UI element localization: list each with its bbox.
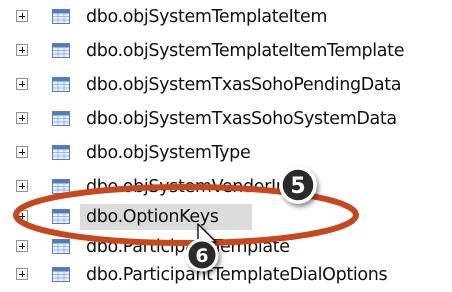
table-icon	[52, 9, 70, 24]
tree-item-label: dbo.objSystemType	[86, 143, 251, 163]
expand-plus-icon[interactable]	[16, 146, 28, 158]
tree-item-objsystemtxassohopendingdata[interactable]: dbo.objSystemTxasSohoPendingData	[0, 68, 452, 102]
table-icon	[52, 145, 70, 160]
tree-item-label: dbo.ParticipantTemplate	[86, 237, 290, 257]
table-icon	[52, 239, 70, 254]
table-icon	[52, 267, 70, 282]
tree-item-label: dbo.objSystemVendorInfo	[86, 177, 303, 197]
table-icon	[52, 77, 70, 92]
table-icon	[52, 209, 70, 224]
tree-item-label: dbo.OptionKeys	[86, 207, 219, 227]
tree-item-objsystemtemplateitemtemplate[interactable]: dbo.objSystemTemplateItemTemplate	[0, 34, 452, 68]
table-icon	[52, 111, 70, 126]
tree-item-label: dbo.objSystemTemplateItemTemplate	[86, 41, 405, 61]
expand-plus-icon[interactable]	[16, 78, 28, 90]
object-explorer-tree: dbo.objSystemTemplateItem dbo.objSystemT…	[0, 0, 452, 292]
tree-item-label: dbo.objSystemTxasSohoPendingData	[86, 75, 402, 95]
tree-item-objsystemtype[interactable]: dbo.objSystemType	[0, 136, 452, 170]
tree-item-label: dbo.objSystemTxasSohoSystemData	[86, 109, 397, 129]
tree-item-optionkeys[interactable]: dbo.OptionKeys	[0, 200, 452, 234]
tree-item-label: dbo.ParticipantTemplateDialOptions	[86, 265, 388, 285]
tree-item-participanttemplatedialoptions[interactable]: dbo.ParticipantTemplateDialOptions	[0, 258, 452, 292]
tree-item-objsystemvendorinfo[interactable]: dbo.objSystemVendorInfo	[0, 170, 452, 204]
expand-plus-icon[interactable]	[16, 180, 28, 192]
expand-plus-icon[interactable]	[16, 268, 28, 280]
expand-plus-icon[interactable]	[16, 210, 28, 222]
expand-plus-icon[interactable]	[16, 10, 28, 22]
expand-plus-icon[interactable]	[16, 240, 28, 252]
tree-item-label: dbo.objSystemTemplateItem	[86, 7, 328, 27]
tree-item-objsystemtxassohosystemdata[interactable]: dbo.objSystemTxasSohoSystemData	[0, 102, 452, 136]
expand-plus-icon[interactable]	[16, 44, 28, 56]
tree-item-objsystemtemplateitem[interactable]: dbo.objSystemTemplateItem	[0, 0, 452, 34]
expand-plus-icon[interactable]	[16, 112, 28, 124]
table-icon	[52, 179, 70, 194]
table-icon	[52, 43, 70, 58]
